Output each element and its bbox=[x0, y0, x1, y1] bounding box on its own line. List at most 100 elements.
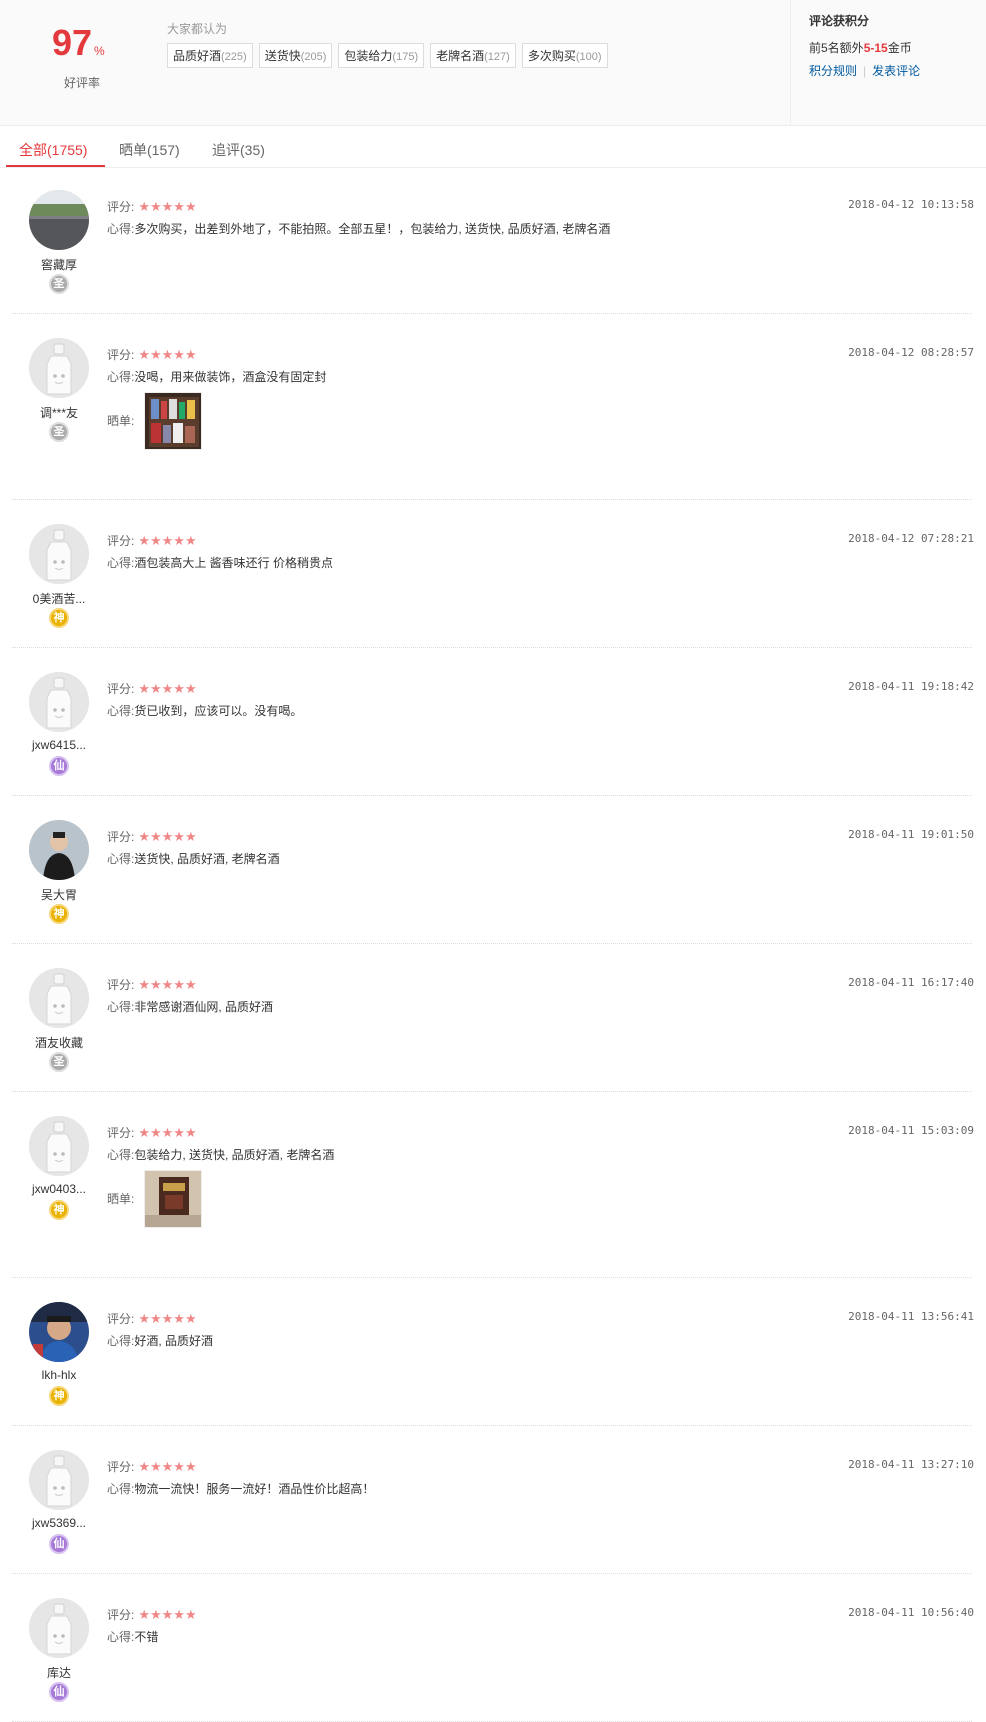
show-order-thumbnail[interactable] bbox=[144, 1170, 202, 1228]
username: 吴大胃 bbox=[40, 888, 77, 902]
user-avatar[interactable] bbox=[29, 190, 89, 250]
member-level-badge: 仙 bbox=[49, 1534, 69, 1554]
star-rating-icon: ★★★★★ bbox=[138, 828, 197, 844]
points-panel: 评论获积分 前5名额外5-15金币 积分规则 | 发表评论 bbox=[790, 0, 986, 126]
svg-text:·: · bbox=[35, 346, 36, 351]
comment-label: 心得: bbox=[107, 852, 135, 866]
comment-row: 心得:非常感谢酒仙网, 品质好酒 bbox=[107, 998, 273, 1015]
member-level-badge: 仙 bbox=[49, 1682, 69, 1702]
points-highlight: 5-15 bbox=[863, 41, 888, 55]
user-avatar[interactable]: · bbox=[29, 672, 89, 732]
comment-row: 心得:没喝，用来做装饰，酒盒没有固定封 bbox=[107, 368, 326, 385]
svg-text:·: · bbox=[35, 1606, 36, 1611]
score-row: 评分: ★★★★★ bbox=[107, 1606, 197, 1623]
impression-tag[interactable]: 多次购买(100) bbox=[521, 43, 608, 68]
comment-label: 心得: bbox=[107, 704, 135, 718]
review-item: 窖藏厚圣 评分: ★★★★★ 2018-04-12 10:13:58 心得:多次购买，出… bbox=[12, 190, 974, 314]
username: jxw5369... bbox=[31, 1516, 87, 1530]
review-date: 2018-04-11 13:56:41 bbox=[848, 1310, 974, 1323]
svg-text:·: · bbox=[35, 976, 36, 981]
score-row: 评分: ★★★★★ bbox=[107, 1124, 197, 1141]
comment-text: 非常感谢酒仙网, 品质好酒 bbox=[134, 1000, 274, 1014]
review-date: 2018-04-11 10:56:40 bbox=[848, 1606, 974, 1619]
member-level-badge: 圣 bbox=[49, 422, 69, 442]
score-label: 评分: bbox=[107, 1460, 135, 1474]
user-avatar[interactable]: · bbox=[29, 1450, 89, 1510]
review-item: · jxw5369... 仙 评分: ★★★★★ 2018-04-11 13:27:10 心… bbox=[12, 1450, 974, 1574]
score-label: 评分: bbox=[107, 534, 135, 548]
tab-all[interactable]: 全部(1755) bbox=[19, 140, 87, 160]
comment-label: 心得: bbox=[107, 1334, 135, 1348]
review-date: 2018-04-11 13:27:10 bbox=[848, 1458, 974, 1471]
show-order-thumbnail[interactable] bbox=[144, 392, 202, 450]
score-label: 评分: bbox=[107, 200, 135, 214]
review-item: · 库达仙 评分: ★★★★★ 2018-04-11 10:56:40 心得:不错 bbox=[12, 1598, 974, 1722]
member-level-badge: 神 bbox=[49, 608, 69, 628]
review-item: · jxw0403... 神 评分: ★★★★★ 2018-04-11 15:03:09 心… bbox=[12, 1116, 974, 1278]
comment-text: 多次购买，出差到外地了，不能拍照。全部五星！，包装给力, 送货快, 品质好酒, … bbox=[134, 222, 611, 236]
comment-text: 包装给力, 送货快, 品质好酒, 老牌名酒 bbox=[134, 1148, 335, 1162]
score-label: 评分: bbox=[107, 978, 135, 992]
show-order-label: 晒单: bbox=[107, 414, 135, 428]
comment-text: 没喝，用来做装饰，酒盒没有固定封 bbox=[134, 370, 327, 384]
tag-label: 包装给力 bbox=[344, 49, 393, 63]
comment-text: 酒包装高大上 酱香味还行 价格稍贵点 bbox=[134, 556, 334, 570]
comment-row: 心得:多次购买，出差到外地了，不能拍照。全部五星！，包装给力, 送货快, 品质好… bbox=[107, 220, 610, 237]
tag-count: (127) bbox=[484, 51, 510, 63]
post-review-link[interactable]: 发表评论 bbox=[872, 64, 920, 78]
comment-label: 心得: bbox=[107, 1482, 135, 1496]
points-info: 前5名额外5-15金币 bbox=[809, 39, 986, 56]
tag-label: 品质好酒 bbox=[173, 49, 222, 63]
user-avatar[interactable]: · bbox=[29, 968, 89, 1028]
tag-count: (175) bbox=[392, 51, 419, 63]
star-rating-icon: ★★★★★ bbox=[138, 1458, 197, 1474]
impression-tag[interactable]: 老牌名酒(127) bbox=[430, 43, 516, 68]
user-avatar[interactable] bbox=[29, 1302, 89, 1362]
impression-tag[interactable]: 品质好酒(225) bbox=[167, 43, 253, 68]
username: 调***友 bbox=[39, 406, 78, 420]
review-item: · jxw6415... 仙 评分: ★★★★★ 2018-04-11 19:18:42 心… bbox=[12, 672, 974, 796]
good-rate-value: 97 bbox=[52, 22, 93, 63]
comment-label: 心得: bbox=[107, 370, 135, 384]
member-level-badge: 神 bbox=[49, 1386, 69, 1406]
tab-show-orders[interactable]: 晒单(157) bbox=[119, 140, 180, 160]
comment-row: 心得:送货快, 品质好酒, 老牌名酒 bbox=[107, 850, 280, 867]
user-avatar[interactable] bbox=[29, 820, 89, 880]
user-avatar[interactable]: · bbox=[29, 524, 89, 584]
user-avatar[interactable]: · bbox=[29, 1598, 89, 1658]
score-row: 评分: ★★★★★ bbox=[107, 346, 197, 363]
comment-text: 不错 bbox=[134, 1630, 159, 1644]
comment-row: 心得:物流一流快！服务一流好！酒品性价比超高！ bbox=[107, 1480, 374, 1497]
score-label: 评分: bbox=[107, 1608, 135, 1622]
score-label: 评分: bbox=[107, 348, 135, 362]
svg-text:·: · bbox=[35, 1458, 36, 1463]
comment-row: 心得:货已收到，应该可以。没有喝。 bbox=[107, 702, 302, 719]
score-row: 评分: ★★★★★ bbox=[107, 198, 197, 215]
review-tabs: 全部(1755) 晒单(157) 追评(35) bbox=[0, 126, 986, 168]
good-rate-unit: % bbox=[94, 44, 105, 58]
review-date: 2018-04-11 19:18:42 bbox=[848, 680, 974, 693]
score-row: 评分: ★★★★★ bbox=[107, 532, 197, 549]
tag-label: 多次购买 bbox=[527, 49, 576, 63]
tag-count: (100) bbox=[575, 51, 602, 63]
star-rating-icon: ★★★★★ bbox=[138, 532, 197, 548]
score-row: 评分: ★★★★★ bbox=[107, 680, 197, 697]
user-avatar[interactable]: · bbox=[29, 1116, 89, 1176]
tab-follow-up[interactable]: 追评(35) bbox=[212, 140, 265, 160]
comment-text: 好酒, 品质好酒 bbox=[134, 1334, 214, 1348]
comment-label: 心得: bbox=[107, 222, 135, 236]
review-date: 2018-04-11 19:01:50 bbox=[848, 828, 974, 841]
member-level-badge: 仙 bbox=[49, 756, 69, 776]
comment-row: 心得:不错 bbox=[107, 1628, 158, 1645]
svg-text:·: · bbox=[35, 1124, 36, 1129]
comment-text: 送货快, 品质好酒, 老牌名酒 bbox=[134, 852, 280, 866]
impression-tag[interactable]: 包装给力(175) bbox=[338, 43, 425, 68]
review-item: · 调***友圣 评分: ★★★★★ 2018-04-12 08:28:57 心得:没喝，… bbox=[12, 338, 974, 500]
score-label: 评分: bbox=[107, 830, 135, 844]
points-rules-link[interactable]: 积分规则 bbox=[809, 64, 857, 78]
member-level-badge: 圣 bbox=[49, 274, 69, 294]
impression-tag[interactable]: 送货快(205) bbox=[258, 43, 333, 68]
user-avatar[interactable]: · bbox=[29, 338, 89, 398]
comment-label: 心得: bbox=[107, 1148, 135, 1162]
points-prefix: 前5名额外 bbox=[809, 41, 864, 55]
